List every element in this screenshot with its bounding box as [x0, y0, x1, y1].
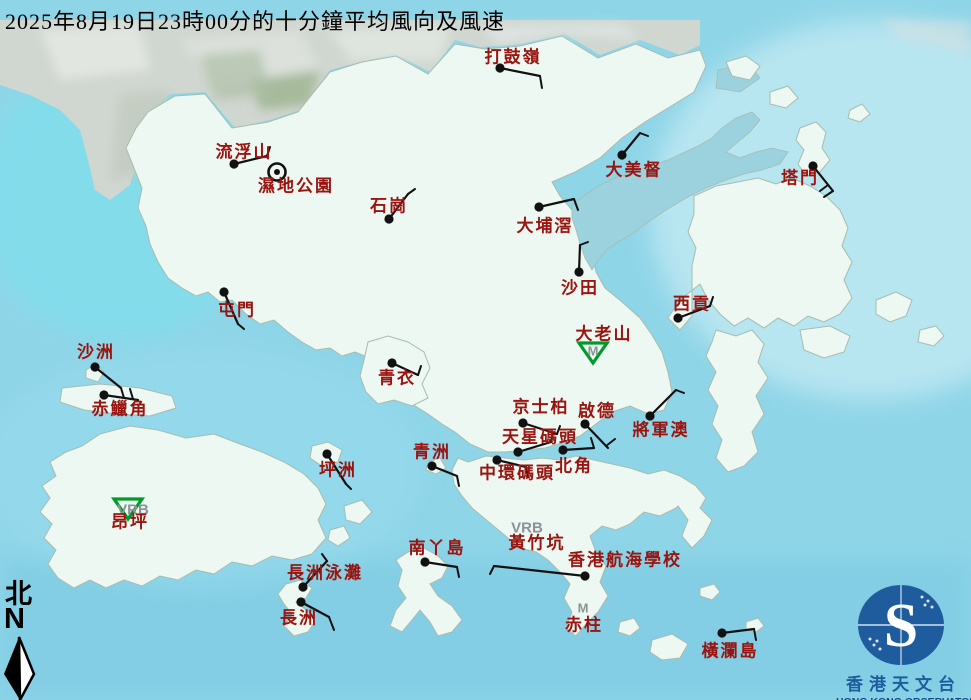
svg-text:S: S: [884, 592, 918, 660]
station-dot: [558, 445, 567, 454]
station-dot: [296, 597, 305, 606]
station-dot: [808, 161, 817, 170]
station-dot: [99, 390, 108, 399]
station-dot: [322, 449, 331, 458]
station-dot: [673, 313, 682, 322]
station-dot: [717, 628, 726, 637]
station-dot: [420, 557, 429, 566]
hko-logo-emblem: S: [858, 585, 944, 665]
station-dot: [617, 150, 626, 159]
station-dot: [513, 447, 522, 456]
wind-map-screenshot: S 2025年8月19日23時00分的十分鐘平均風向及風速 打鼓嶺流浮山濕地公園…: [0, 0, 971, 700]
station-dot: [534, 202, 543, 211]
station-dot: [574, 267, 583, 276]
station-dot: [580, 571, 589, 580]
station-dot: [298, 582, 307, 591]
station-dot: [580, 419, 589, 428]
station-dot: [229, 159, 238, 168]
station-dot: [427, 461, 436, 470]
station-dot: [387, 358, 396, 367]
calm-wind-center: [274, 169, 280, 175]
station-dot: [384, 214, 393, 223]
station-dot: [219, 287, 228, 296]
station-dot: [645, 411, 654, 420]
station-dot: [518, 418, 527, 427]
hong-kong-map: S: [0, 0, 971, 700]
station-dot: [492, 455, 501, 464]
station-dot: [90, 362, 99, 371]
station-dot: [495, 63, 504, 72]
